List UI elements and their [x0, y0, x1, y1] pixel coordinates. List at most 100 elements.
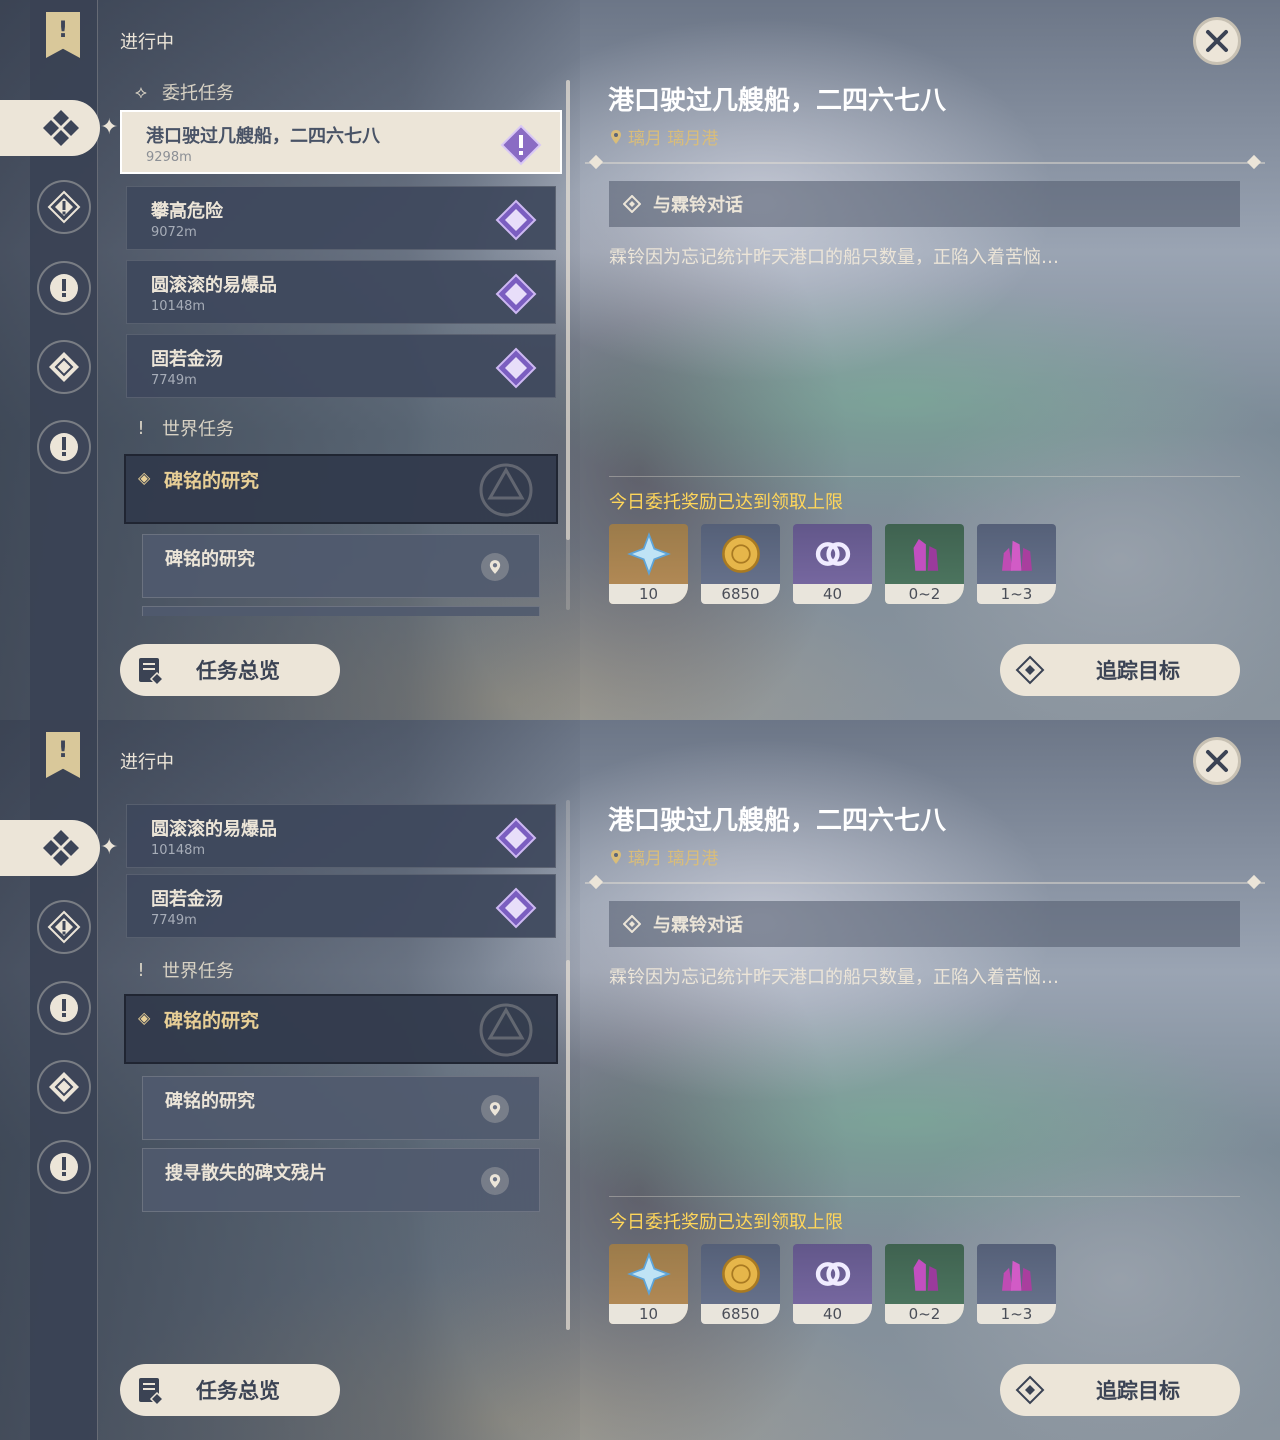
primogem-icon: [626, 532, 671, 576]
commission-marker-icon: [495, 887, 537, 929]
track-diamond-icon: [1010, 1370, 1050, 1410]
close-button[interactable]: [1193, 17, 1241, 65]
sidebar-story-quests[interactable]: [37, 340, 91, 394]
reward-item[interactable]: 1~3: [977, 1244, 1056, 1324]
track-diamond-icon: [1010, 650, 1050, 690]
commission-marker-icon: [495, 347, 537, 389]
companionship-exp-icon: [815, 1262, 850, 1286]
world-quest-step-partial[interactable]: [142, 606, 540, 616]
sidebar-commissions-active[interactable]: [0, 820, 100, 876]
close-button[interactable]: [1193, 737, 1241, 785]
story-quest-icon: [49, 352, 79, 382]
quest-emblem-icon: [479, 1003, 533, 1057]
scroll-thumb[interactable]: [566, 960, 570, 1330]
quest-list[interactable]: ⟡ 委托任务 港口驶过几艘船，二四六七八 9298m 攀高危险 9072m 圆滚…: [120, 76, 570, 616]
sparkle-icon: ✦: [100, 835, 119, 860]
commission-marker-icon: [500, 124, 542, 166]
section-world: ! 世界任务: [130, 956, 234, 984]
quest-item[interactable]: 港口驶过几艘船，二四六七八 9298m: [120, 110, 562, 174]
commission-marker-icon: [495, 817, 537, 859]
quest-item[interactable]: 攀高危险 9072m: [126, 186, 556, 250]
status-title: 进行中: [120, 32, 174, 53]
location-pin-icon: [611, 849, 621, 864]
close-icon: [1206, 30, 1228, 52]
quest-book-icon: [130, 1370, 170, 1410]
reward-item[interactable]: 0~2: [885, 524, 964, 604]
sidebar-world-quests[interactable]: [37, 261, 91, 315]
reward-divider: [609, 1196, 1240, 1197]
quest-detail-title: 港口驶过几艘船，二四六七八: [608, 86, 947, 116]
reward-item[interactable]: 1~3: [977, 524, 1056, 604]
scroll-thumb[interactable]: [566, 80, 570, 540]
sidebar-event-quests[interactable]: [37, 1140, 91, 1194]
reward-item[interactable]: 10: [609, 1244, 688, 1324]
commission-marker-icon: [495, 273, 537, 315]
exclamation-icon: [50, 433, 78, 461]
map-pin-icon[interactable]: [481, 1095, 509, 1123]
world-quest-header[interactable]: ◈ 碑铭的研究: [124, 994, 558, 1064]
quest-item[interactable]: 圆滚滚的易爆品 10148m: [126, 260, 556, 324]
detail-divider: [585, 162, 1265, 164]
reward-item[interactable]: 6850: [701, 524, 780, 604]
quest-panel-2: ! ✦ 进行中 圆滚滚的易爆品 10148m 固若金汤 7749m ! 世界任务…: [0, 720, 1280, 1440]
crystal-chunk-icon: [1001, 1260, 1032, 1291]
exclamation-icon: [50, 1153, 78, 1181]
commission-icon: [43, 830, 79, 866]
mora-icon: [721, 1255, 760, 1293]
quest-overview-button[interactable]: 任务总览: [120, 644, 340, 696]
sidebar-archon-quests[interactable]: [37, 900, 91, 954]
section-world: ! 世界任务: [130, 414, 234, 442]
quest-overview-button[interactable]: 任务总览: [120, 1364, 340, 1416]
world-quest-step[interactable]: 搜寻散失的碑文残片: [142, 1148, 540, 1212]
world-quest-step[interactable]: 碑铭的研究: [142, 1076, 540, 1140]
sidebar-world-quests[interactable]: [37, 981, 91, 1035]
reward-item[interactable]: 0~2: [885, 1244, 964, 1324]
reward-item[interactable]: 10: [609, 524, 688, 604]
reward-limit-note: 今日委托奖励已达到领取上限: [609, 1212, 843, 1233]
quest-item[interactable]: 圆滚滚的易爆品 10148m: [126, 804, 556, 868]
reward-list: 10 6850 40 0~2 1~3: [609, 524, 1056, 604]
sidebar-archon-quests[interactable]: [37, 180, 91, 234]
section-commission: ⟡ 委托任务: [130, 78, 234, 106]
world-quest-icon: [50, 274, 78, 302]
quest-item[interactable]: 固若金汤 7749m: [126, 874, 556, 938]
reward-item[interactable]: 40: [793, 1244, 872, 1324]
world-quest-diamond-icon: ◈: [138, 468, 151, 487]
world-quest-header[interactable]: ◈ 碑铭的研究: [124, 454, 558, 524]
objective-diamond-icon: [623, 915, 641, 933]
quest-item[interactable]: 固若金汤 7749m: [126, 334, 556, 398]
quest-list[interactable]: 圆滚滚的易爆品 10148m 固若金汤 7749m ! 世界任务 ◈ 碑铭的研究…: [120, 796, 570, 1336]
mora-icon: [721, 535, 760, 573]
archon-quest-icon: [47, 190, 81, 224]
enhancement-ore-icon: [913, 539, 938, 571]
reward-item[interactable]: 40: [793, 524, 872, 604]
sidebar-commissions-active[interactable]: [0, 100, 100, 156]
archon-quest-icon: [47, 910, 81, 944]
map-pin-icon[interactable]: [481, 553, 509, 581]
close-icon: [1206, 750, 1228, 772]
world-quest-step[interactable]: 碑铭的研究: [142, 534, 540, 598]
detail-divider: [585, 882, 1265, 884]
reward-divider: [609, 476, 1240, 477]
sidebar-story-quests[interactable]: [37, 1060, 91, 1114]
primogem-icon: [626, 1252, 671, 1296]
map-pin-icon[interactable]: [481, 1167, 509, 1195]
status-title: 进行中: [120, 752, 174, 773]
enhancement-ore-icon: [913, 1259, 938, 1291]
commission-icon: [43, 110, 79, 146]
track-objective-button[interactable]: 追踪目标: [1000, 1364, 1240, 1416]
sidebar-event-quests[interactable]: [37, 420, 91, 474]
world-quest-diamond-icon: ◈: [138, 1008, 151, 1027]
quest-list-scrollbar[interactable]: [566, 800, 570, 1330]
sparkle-icon: ✦: [100, 115, 119, 140]
companionship-exp-icon: [815, 542, 850, 566]
quest-description: 霖铃因为忘记统计昨天港口的船只数量，正陷入着苦恼…: [609, 967, 1059, 988]
reward-item[interactable]: 6850: [701, 1244, 780, 1324]
quest-list-scrollbar[interactable]: [566, 80, 570, 610]
quest-description: 霖铃因为忘记统计昨天港口的船只数量，正陷入着苦恼…: [609, 247, 1059, 268]
objective-diamond-icon: [623, 195, 641, 213]
world-quest-icon: [50, 994, 78, 1022]
commission-marker-icon: [495, 199, 537, 241]
track-objective-button[interactable]: 追踪目标: [1000, 644, 1240, 696]
exclamation-icon: !: [137, 959, 145, 981]
